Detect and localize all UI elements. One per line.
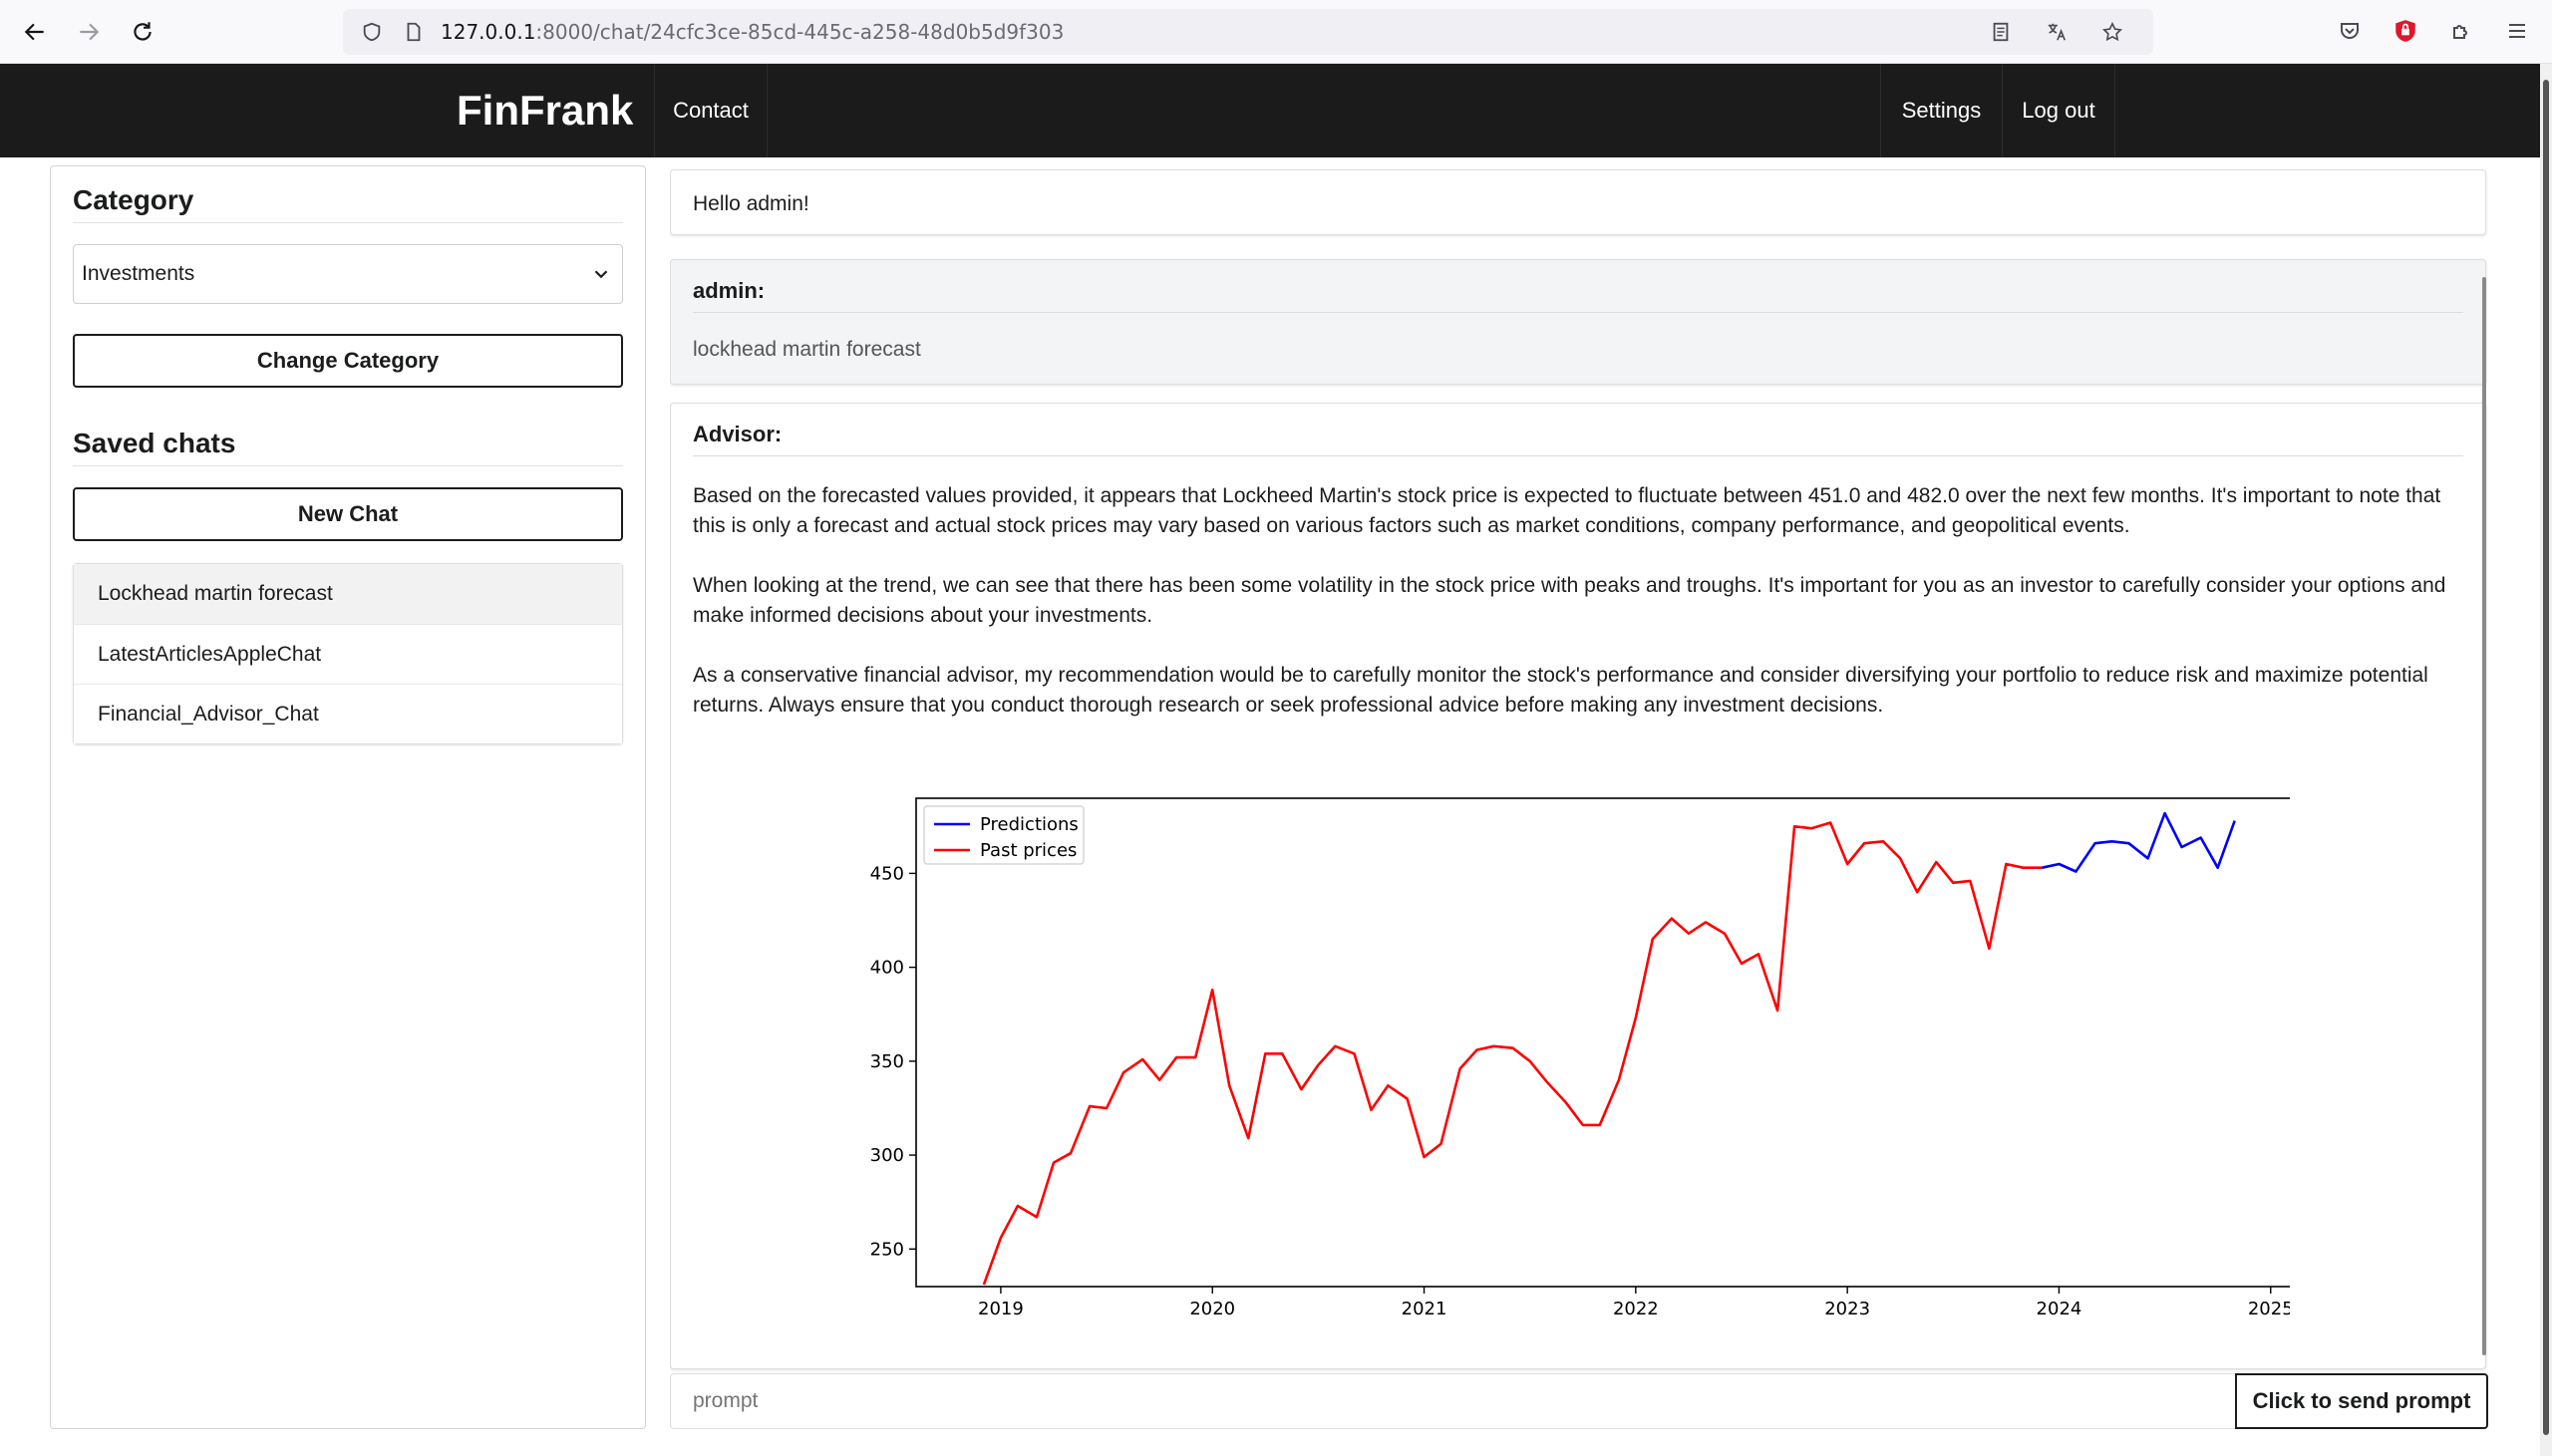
category-title: Category <box>73 184 194 215</box>
user-message: admin: lockhead martin forecast <box>670 259 2486 385</box>
category-selected-value: Investments <box>82 262 195 285</box>
app-header: FinFrank Contact Settings Log out <box>0 64 2540 157</box>
menu-icon[interactable] <box>2494 8 2540 54</box>
saved-chat-item[interactable]: Financial_Advisor_Chat <box>74 684 622 743</box>
y-tick-label: 400 <box>870 958 904 979</box>
reader-mode-icon[interactable] <box>1984 15 2018 49</box>
browser-toolbar: 127.0.0.1:8000/chat/24cfc3ce-85cd-445c-a… <box>0 0 2552 64</box>
advisor-message: Advisor: Based on the forecasted values … <box>670 403 2486 1369</box>
translate-icon[interactable] <box>2040 15 2074 49</box>
ublock-icon[interactable] <box>2383 8 2428 54</box>
chat-scrollbar[interactable] <box>2482 277 2486 1355</box>
page-icon[interactable] <box>399 17 429 47</box>
user-sender: admin: <box>693 278 766 303</box>
x-tick-label: 2019 <box>978 1299 1024 1319</box>
chevron-down-icon <box>594 270 608 279</box>
x-tick-label: 2023 <box>1824 1299 1870 1319</box>
greeting-message: Hello admin! <box>670 169 2486 235</box>
url-text: 127.0.0.1:8000/chat/24cfc3ce-85cd-445c-a… <box>441 20 1065 44</box>
forward-icon[interactable] <box>62 5 116 59</box>
url-bar[interactable]: 127.0.0.1:8000/chat/24cfc3ce-85cd-445c-a… <box>343 9 2153 55</box>
x-tick-label: 2024 <box>2037 1299 2082 1319</box>
pocket-icon[interactable] <box>2327 8 2373 54</box>
legend-label: Past prices <box>980 840 1077 861</box>
saved-chat-item[interactable]: LatestArticlesAppleChat <box>74 624 622 684</box>
x-tick-label: 2022 <box>1613 1299 1659 1319</box>
legend-label: Predictions <box>980 814 1079 835</box>
change-category-button[interactable]: Change Category <box>73 334 623 388</box>
plot-frame <box>915 797 2293 1288</box>
back-icon[interactable] <box>8 5 62 59</box>
y-tick-label: 450 <box>870 863 904 884</box>
shield-icon[interactable] <box>357 17 387 47</box>
extensions-icon[interactable] <box>2438 8 2484 54</box>
forecast-chart: 2019 2020 2021 2022 2023 2024 2025 250 300 350 400… <box>834 782 2294 1340</box>
saved-chats-list: Lockhead martin forecast LatestArticlesA… <box>73 563 623 744</box>
brand-logo[interactable]: FinFrank <box>457 64 633 157</box>
category-divider <box>73 222 623 223</box>
message-divider <box>693 455 2463 456</box>
reload-icon[interactable] <box>116 5 169 59</box>
nav-contact[interactable]: Contact <box>654 64 768 157</box>
y-tick-label: 300 <box>870 1145 904 1166</box>
saved-chats-title: Saved chats <box>73 428 236 458</box>
page-scrollbar-thumb[interactable] <box>2543 80 2549 1435</box>
greeting-text: Hello admin! <box>693 192 809 215</box>
prompt-input[interactable] <box>670 1373 2237 1429</box>
advisor-paragraph: As a conservative financial advisor, my … <box>693 664 2428 717</box>
saved-chat-item[interactable]: Lockhead martin forecast <box>74 564 622 624</box>
chat-messages: Hello admin! admin: lockhead martin fore… <box>670 165 2488 1373</box>
sidebar: Category Investments Change Category Sav… <box>50 165 646 1429</box>
advisor-paragraph: Based on the forecasted values provided,… <box>693 484 2441 537</box>
category-select[interactable]: Investments <box>73 244 623 304</box>
new-chat-button[interactable]: New Chat <box>73 487 623 541</box>
x-tick-label: 2021 <box>1402 1299 1447 1319</box>
user-message-text: lockhead martin forecast <box>693 338 921 361</box>
nav-logout[interactable]: Log out <box>2002 64 2115 157</box>
advisor-sender: Advisor: <box>693 422 783 446</box>
advisor-message-text: Based on the forecasted values provided,… <box>693 481 2467 750</box>
saved-chats-divider <box>73 465 623 466</box>
y-tick-label: 250 <box>870 1239 904 1260</box>
x-tick-label: 2025 <box>2248 1299 2290 1319</box>
nav-settings[interactable]: Settings <box>1880 64 2002 157</box>
bookmark-star-icon[interactable] <box>2095 15 2129 49</box>
advisor-paragraph: When looking at the trend, we can see th… <box>693 574 2446 627</box>
y-tick-label: 350 <box>870 1051 904 1072</box>
message-divider <box>693 312 2463 313</box>
x-tick-label: 2020 <box>1189 1299 1235 1319</box>
send-prompt-button[interactable]: Click to send prompt <box>2235 1373 2488 1429</box>
forecast-chart-svg: 2019 2020 2021 2022 2023 2024 2025 250 300 350 400… <box>870 797 2294 1319</box>
